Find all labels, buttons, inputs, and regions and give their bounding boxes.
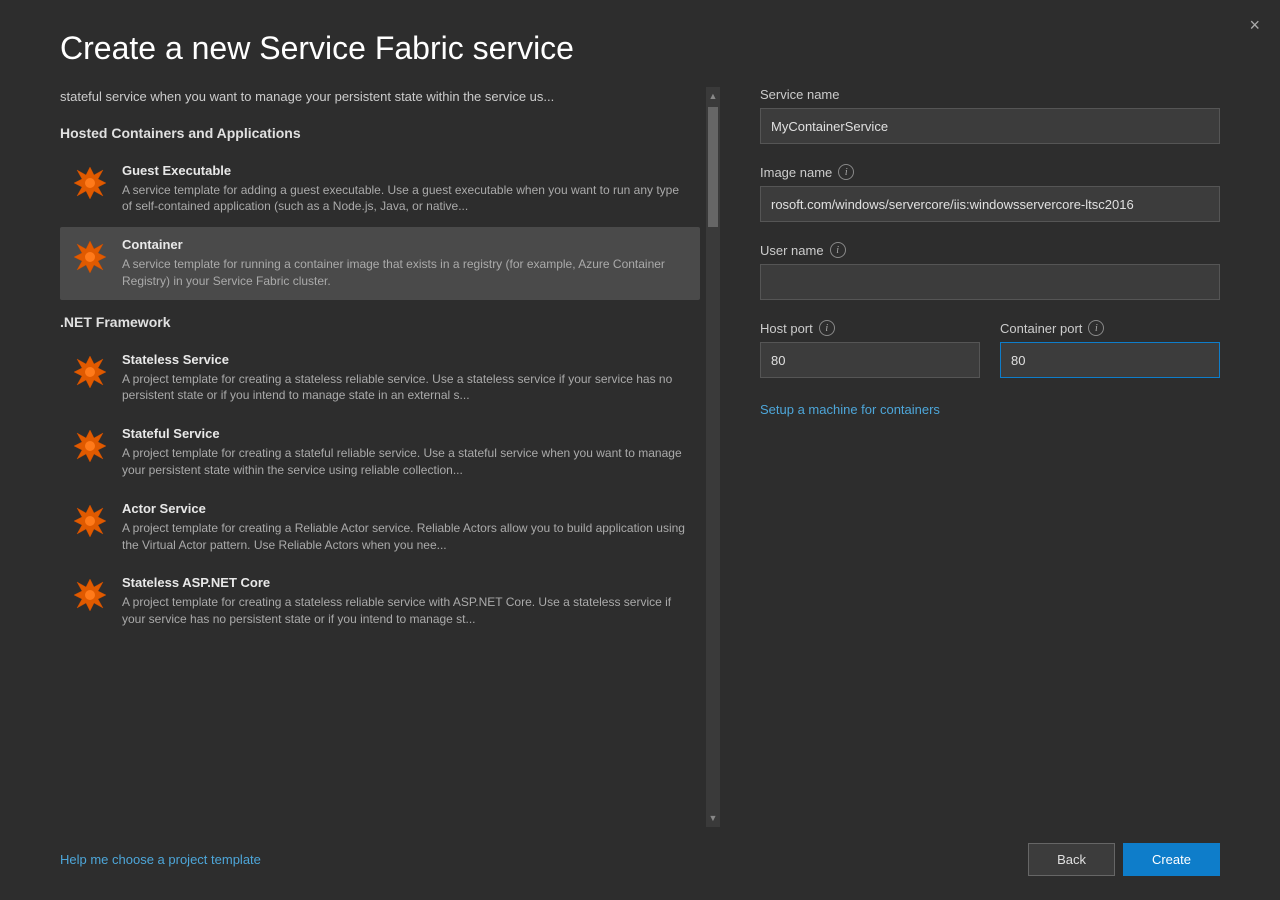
setup-link[interactable]: Setup a machine for containers: [760, 402, 1220, 417]
scroll-area[interactable]: stateful service when you want to manage…: [60, 87, 720, 827]
user-name-label: User name i: [760, 242, 1220, 258]
create-button[interactable]: Create: [1123, 843, 1220, 876]
service-name-guest-executable: Guest Executable: [122, 163, 688, 178]
service-desc-stateless-aspnet: A project template for creating a statel…: [122, 594, 688, 628]
service-item-stateless-service[interactable]: Stateless Service A project template for…: [60, 342, 700, 415]
scroll-wrapper: stateful service when you want to manage…: [60, 87, 720, 827]
service-desc-guest-executable: A service template for adding a guest ex…: [122, 182, 688, 216]
service-name-stateless-service: Stateless Service: [122, 352, 688, 367]
service-text-stateful-service: Stateful Service A project template for …: [122, 426, 688, 479]
container-port-label: Container port i: [1000, 320, 1220, 336]
scroll-thumb[interactable]: [708, 107, 718, 227]
user-name-info-icon[interactable]: i: [830, 242, 846, 258]
image-name-label: Image name i: [760, 164, 1220, 180]
service-text-container: Container A service template for running…: [122, 237, 688, 290]
scrollbar[interactable]: ▲ ▼: [706, 87, 720, 827]
host-port-input[interactable]: [760, 342, 980, 378]
service-text-stateless-service: Stateless Service A project template for…: [122, 352, 688, 405]
port-row: Host port i Container port i: [760, 320, 1220, 378]
service-icon-actor-service: [72, 503, 108, 539]
host-port-label: Host port i: [760, 320, 980, 336]
service-text-guest-executable: Guest Executable A service template for …: [122, 163, 688, 216]
dialog-body: stateful service when you want to manage…: [0, 87, 1280, 827]
image-name-info-icon[interactable]: i: [838, 164, 854, 180]
service-icon-stateful-service: [72, 428, 108, 464]
service-name-stateful-service: Stateful Service: [122, 426, 688, 441]
service-item-guest-executable[interactable]: Guest Executable A service template for …: [60, 153, 700, 226]
service-name-container: Container: [122, 237, 688, 252]
right-panel: Service name Image name i User name i: [760, 87, 1220, 827]
service-item-container[interactable]: Container A service template for running…: [60, 227, 700, 300]
service-name-group: Service name: [760, 87, 1220, 144]
close-button[interactable]: ×: [1249, 16, 1260, 34]
service-name-actor-service: Actor Service: [122, 501, 688, 516]
section-header-hosted: Hosted Containers and Applications: [60, 125, 700, 141]
service-text-stateless-aspnet: Stateless ASP.NET Core A project templat…: [122, 575, 688, 628]
service-icon-guest-executable: [72, 165, 108, 201]
host-port-group: Host port i: [760, 320, 980, 378]
footer-buttons: Back Create: [1028, 843, 1220, 876]
service-desc-stateful-service: A project template for creating a statef…: [122, 445, 688, 479]
image-name-group: Image name i: [760, 164, 1220, 222]
service-item-stateful-service[interactable]: Stateful Service A project template for …: [60, 416, 700, 489]
service-desc-actor-service: A project template for creating a Reliab…: [122, 520, 688, 554]
service-desc-stateless-service: A project template for creating a statel…: [122, 371, 688, 405]
intro-text: stateful service when you want to manage…: [60, 87, 700, 107]
host-port-info-icon[interactable]: i: [819, 320, 835, 336]
service-item-stateless-aspnet[interactable]: Stateless ASP.NET Core A project templat…: [60, 565, 700, 638]
user-name-group: User name i: [760, 242, 1220, 300]
container-port-info-icon[interactable]: i: [1088, 320, 1104, 336]
help-link[interactable]: Help me choose a project template: [60, 852, 261, 867]
dialog-title: Create a new Service Fabric service: [0, 0, 1280, 87]
dialog: × Create a new Service Fabric service st…: [0, 0, 1280, 900]
dialog-footer: Help me choose a project template Back C…: [0, 827, 1280, 900]
container-port-input[interactable]: [1000, 342, 1220, 378]
image-name-input[interactable]: [760, 186, 1220, 222]
container-port-group: Container port i: [1000, 320, 1220, 378]
service-text-actor-service: Actor Service A project template for cre…: [122, 501, 688, 554]
service-desc-container: A service template for running a contain…: [122, 256, 688, 290]
service-icon-stateless-aspnet: [72, 577, 108, 613]
user-name-input[interactable]: [760, 264, 1220, 300]
section-header-dotnet: .NET Framework: [60, 314, 700, 330]
back-button[interactable]: Back: [1028, 843, 1115, 876]
service-icon-stateless-service: [72, 354, 108, 390]
service-name-input[interactable]: [760, 108, 1220, 144]
service-name-label: Service name: [760, 87, 1220, 102]
scroll-down-button[interactable]: ▼: [706, 809, 720, 827]
service-icon-container: [72, 239, 108, 275]
service-name-stateless-aspnet: Stateless ASP.NET Core: [122, 575, 688, 590]
scroll-up-button[interactable]: ▲: [706, 87, 720, 105]
left-panel: stateful service when you want to manage…: [60, 87, 720, 827]
service-item-actor-service[interactable]: Actor Service A project template for cre…: [60, 491, 700, 564]
